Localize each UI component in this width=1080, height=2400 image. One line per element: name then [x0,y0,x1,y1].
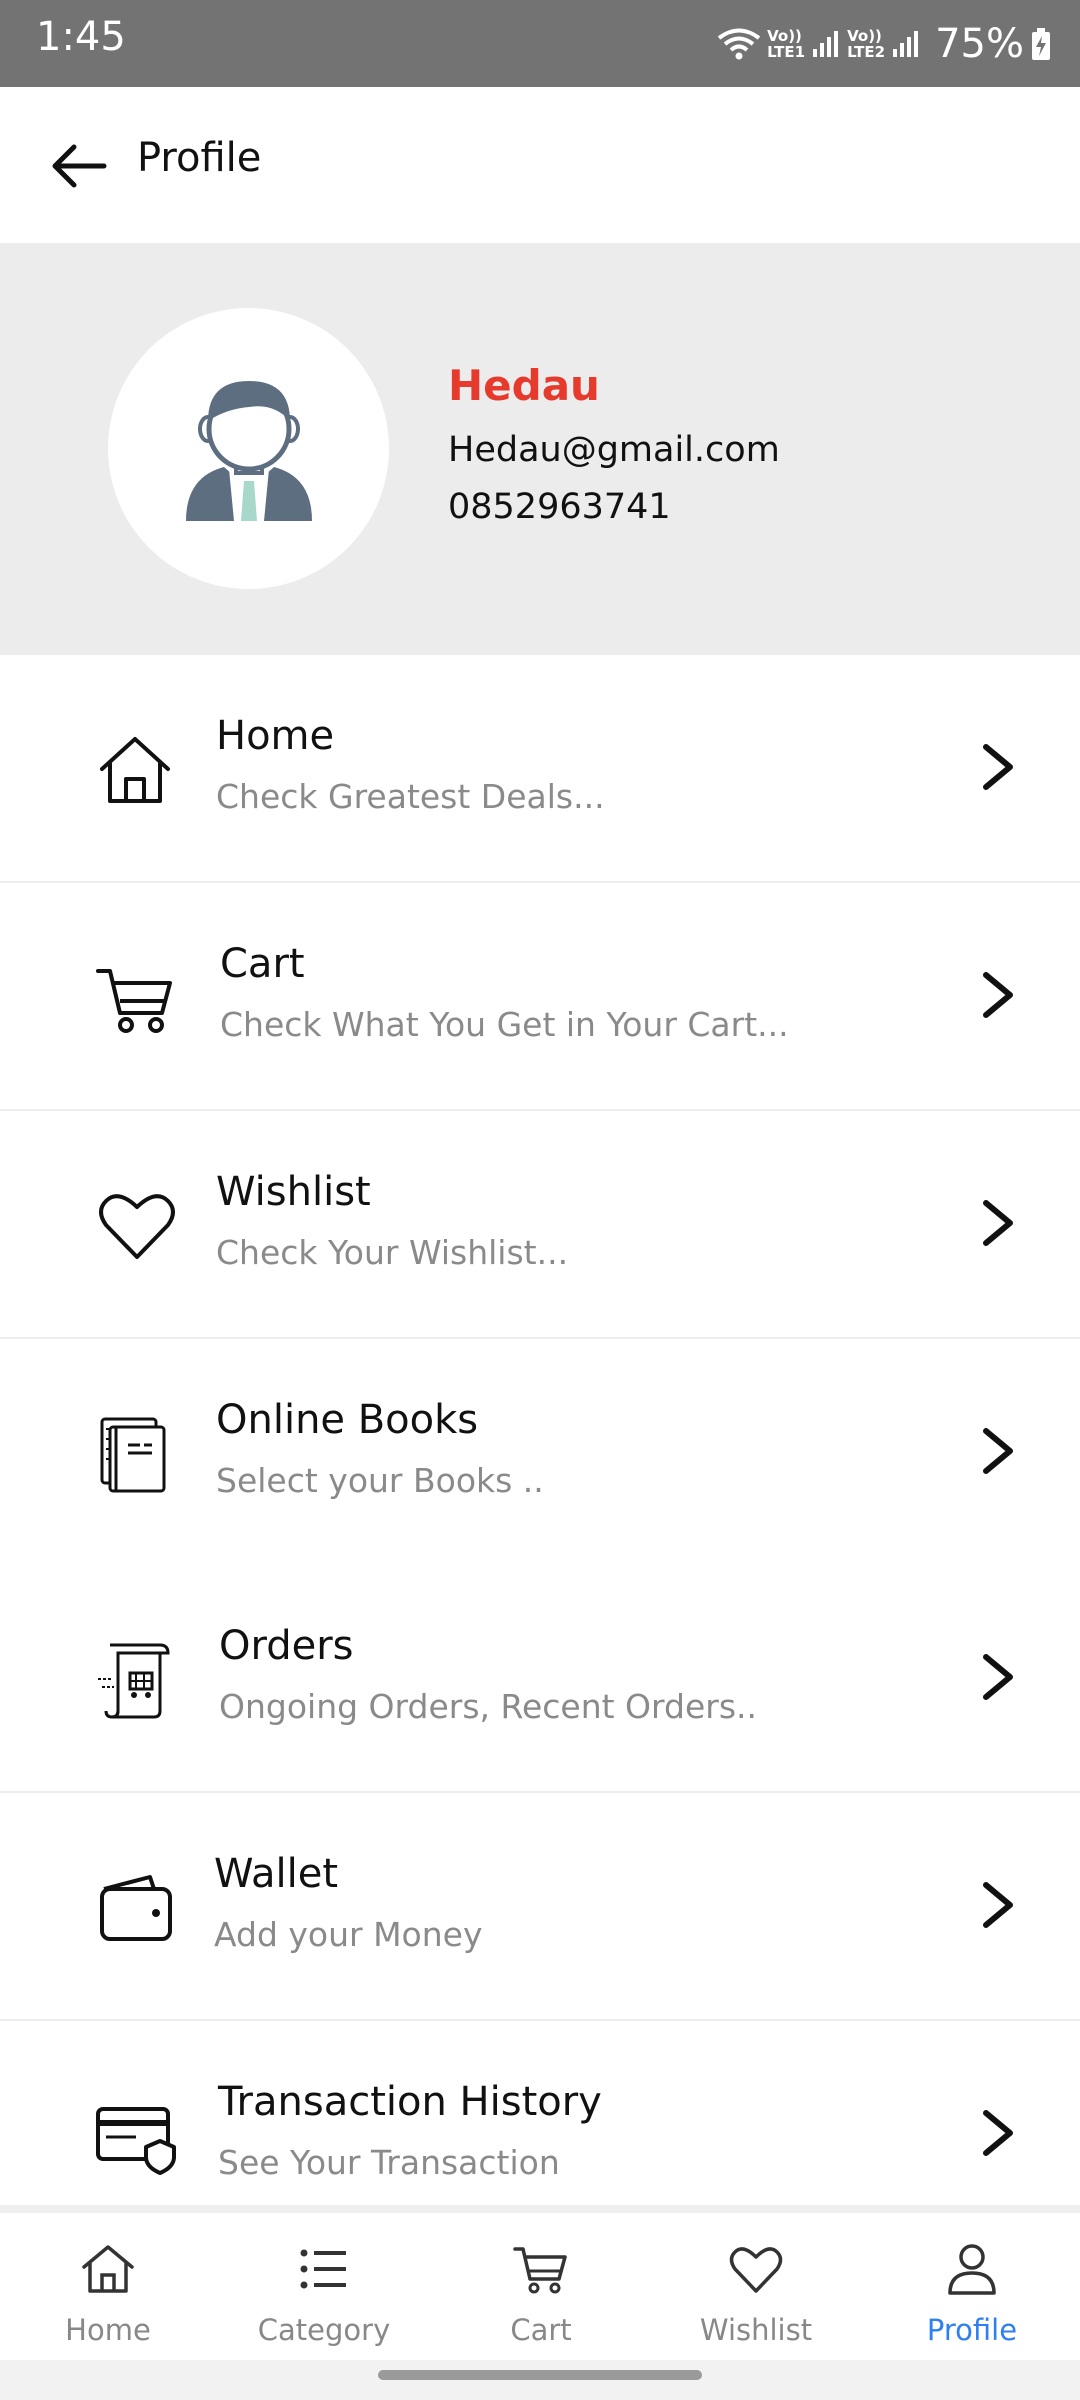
menu-item-subtitle: Select your Books .. [216,1461,544,1500]
nav-label: Category [257,2313,391,2347]
menu-item-orders[interactable]: Orders Ongoing Orders, Recent Orders.. [0,1565,1080,1793]
chevron-right-icon [983,1428,1013,1474]
user-avatar-icon [185,380,312,521]
chevron-right-icon [983,2110,1013,2156]
wallet-icon [100,1875,172,1941]
menu-item-title: Transaction History [218,2079,602,2125]
profile-email: Hedau@gmail.com [448,430,780,470]
status-time: 1:45 [36,14,126,60]
gesture-area [0,2360,1080,2400]
nav-item-profile[interactable]: Profile [872,2213,1072,2363]
menu-item-subtitle: Ongoing Orders, Recent Orders.. [219,1687,757,1726]
list-icon [300,2249,346,2289]
home-indicator[interactable] [378,2370,702,2380]
wifi-icon [717,28,761,60]
profile-phone: 0852963741 [448,487,671,527]
chevron-right-icon [983,744,1013,790]
page-title: Profile [137,135,262,181]
heart-icon [99,1194,175,1259]
menu-item-cart[interactable]: Cart Check What You Get in Your Cart... [0,883,1080,1111]
nav-label: Profile [926,2313,1018,2347]
person-icon [948,2244,996,2295]
nav-item-wishlist[interactable]: Wishlist [656,2213,856,2363]
books-icon [100,1417,166,1493]
menu-item-title: Cart [220,941,305,987]
profile-name: Hedau [448,361,600,410]
menu-item-wishlist[interactable]: Wishlist Check Your Wishlist... [0,1111,1080,1339]
menu-item-title: Orders [219,1623,354,1669]
avatar [108,308,389,589]
profile-menu: Home Check Greatest Deals... Cart Check … [0,655,1080,2247]
menu-item-online-books[interactable]: Online Books Select your Books .. [0,1339,1080,1565]
menu-item-title: Wishlist [216,1169,371,1215]
signal-icon [813,31,839,57]
menu-item-title: Wallet [214,1851,339,1897]
nav-label: Cart [510,2313,572,2347]
signal-icon [893,31,919,57]
menu-item-home[interactable]: Home Check Greatest Deals... [0,655,1080,883]
menu-item-title: Online Books [216,1397,479,1443]
chevron-right-icon [983,1200,1013,1246]
profile-header: Hedau Hedau@gmail.com 0852963741 [0,243,1080,655]
menu-item-wallet[interactable]: Wallet Add your Money [0,1793,1080,2021]
nav-item-home[interactable]: Home [8,2213,208,2363]
menu-item-title: Home [216,713,335,759]
status-icons: Vo)) LTE1 Vo)) LTE2 75% [717,14,1052,74]
chevron-right-icon [983,1882,1013,1928]
menu-item-subtitle: Add your Money [214,1915,483,1954]
home-icon [82,2245,134,2293]
volte2-badge: Vo)) LTE2 [847,27,886,61]
chevron-right-icon [983,1654,1013,1700]
menu-item-subtitle: Check Your Wishlist... [216,1233,569,1272]
bottom-navigation: Home Category Cart Wishlist Profile [0,2205,1080,2368]
cart-icon [513,2247,567,2294]
cart-icon [96,969,172,1033]
menu-item-subtitle: Check What You Get in Your Cart... [220,1005,789,1044]
back-arrow-icon[interactable] [44,131,114,201]
menu-item-subtitle: See Your Transaction [218,2143,560,2182]
chevron-right-icon [983,972,1013,1018]
nav-label: Wishlist [699,2313,813,2347]
menu-item-subtitle: Check Greatest Deals... [216,777,605,816]
nav-item-cart[interactable]: Cart [441,2213,641,2363]
orders-icon [98,1643,170,1719]
battery-charging-icon [1032,28,1050,60]
heart-icon [729,2247,783,2293]
status-bar: 1:45 Vo)) LTE1 Vo)) LTE2 75% [0,0,1080,87]
battery-percent: 75% [935,21,1024,67]
home-icon [100,737,170,803]
credit-card-shield-icon [96,2107,176,2175]
app-bar: Profile [0,87,1080,243]
volte1-badge: Vo)) LTE1 [767,27,806,61]
nav-label: Home [65,2313,151,2347]
nav-item-category[interactable]: Category [224,2213,424,2363]
